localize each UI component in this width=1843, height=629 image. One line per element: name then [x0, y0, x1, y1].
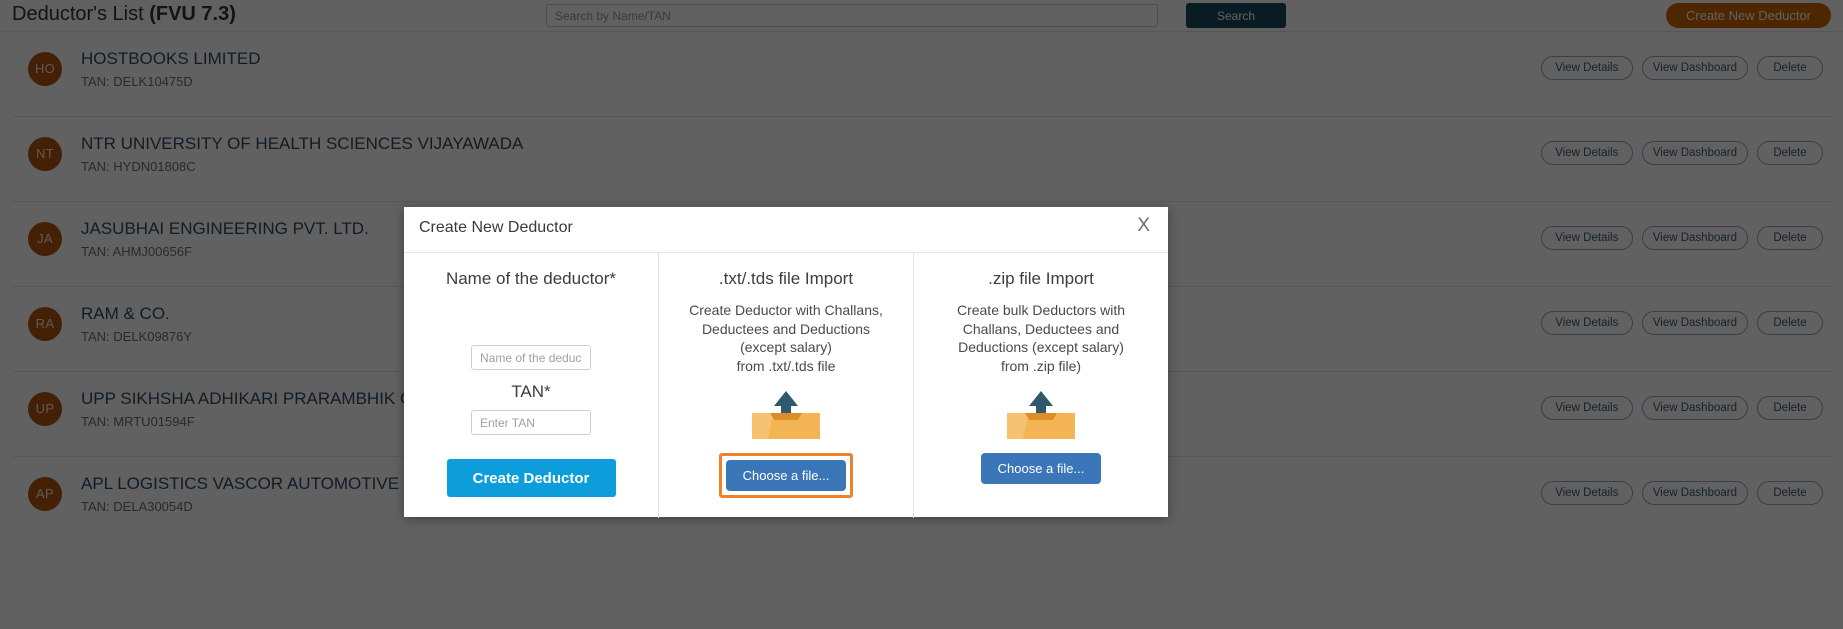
zip-choose-file-wrap: Choose a file...: [928, 453, 1154, 485]
create-deductor-submit-button[interactable]: Create Deductor: [446, 459, 616, 497]
tan-input[interactable]: [471, 410, 591, 435]
tan-field-label: TAN*: [511, 382, 551, 401]
create-new-deductor-modal: Create New Deductor X Name of the deduct…: [404, 207, 1168, 518]
zip-choose-file-button[interactable]: Choose a file...: [980, 453, 1102, 485]
deductor-name-input[interactable]: [471, 345, 591, 370]
txt-tds-import-column: .txt/.tds file Import Create Deductor wi…: [658, 253, 913, 518]
zip-import-column: .zip file Import Create bulk Deductors w…: [913, 253, 1168, 518]
txt-import-description: Create Deductor with Challans, Deductees…: [689, 302, 883, 374]
zip-import-heading: .zip file Import: [988, 269, 1094, 288]
app-root: Deductor's List (FVU 7.3) Search Create …: [0, 0, 1843, 629]
upload-box-icon: [1007, 391, 1075, 440]
modal-header: Create New Deductor X: [404, 207, 1168, 253]
txt-choose-file-wrap: Choose a file...: [673, 453, 899, 499]
focus-ring: Choose a file...: [718, 453, 854, 499]
name-field-label: Name of the deductor*: [445, 269, 617, 288]
upload-box-icon: [752, 391, 820, 440]
txt-choose-file-button[interactable]: Choose a file...: [725, 460, 847, 492]
zip-import-description: Create bulk Deductors with Challans, Ded…: [956, 302, 1126, 374]
modal-body: Name of the deductor* TAN* Create Deduct…: [404, 253, 1168, 518]
txt-import-heading: .txt/.tds file Import: [718, 269, 854, 288]
modal-title: Create New Deductor: [419, 219, 573, 236]
manual-create-column: Name of the deductor* TAN* Create Deduct…: [404, 253, 658, 518]
close-icon[interactable]: X: [1131, 212, 1156, 239]
